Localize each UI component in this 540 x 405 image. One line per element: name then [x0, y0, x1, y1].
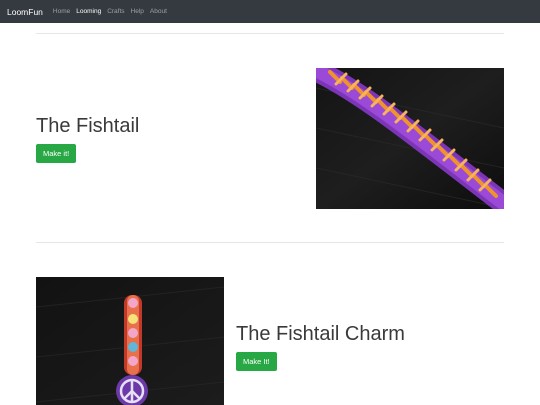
- section-divider: [36, 242, 504, 243]
- top-navbar: LoomFun Home Looming Crafts Help About: [0, 0, 540, 23]
- section-title-fishtail-charm: The Fishtail Charm: [236, 323, 405, 345]
- nav-crafts[interactable]: Crafts: [107, 8, 124, 15]
- make-it-button-fishtail-charm[interactable]: Make It!: [236, 352, 277, 371]
- nav-help[interactable]: Help: [131, 8, 144, 15]
- fishtail-charm-photo: [36, 277, 224, 405]
- brand-logo[interactable]: LoomFun: [7, 7, 43, 17]
- section-divider: [36, 33, 504, 34]
- nav-home[interactable]: Home: [53, 8, 70, 15]
- section-title-fishtail: The Fishtail: [36, 115, 140, 137]
- nav-about[interactable]: About: [150, 8, 167, 15]
- make-it-button-fishtail[interactable]: Make it!: [36, 144, 77, 163]
- fishtail-bracelet-photo: [316, 68, 504, 209]
- nav-looming[interactable]: Looming: [76, 8, 101, 15]
